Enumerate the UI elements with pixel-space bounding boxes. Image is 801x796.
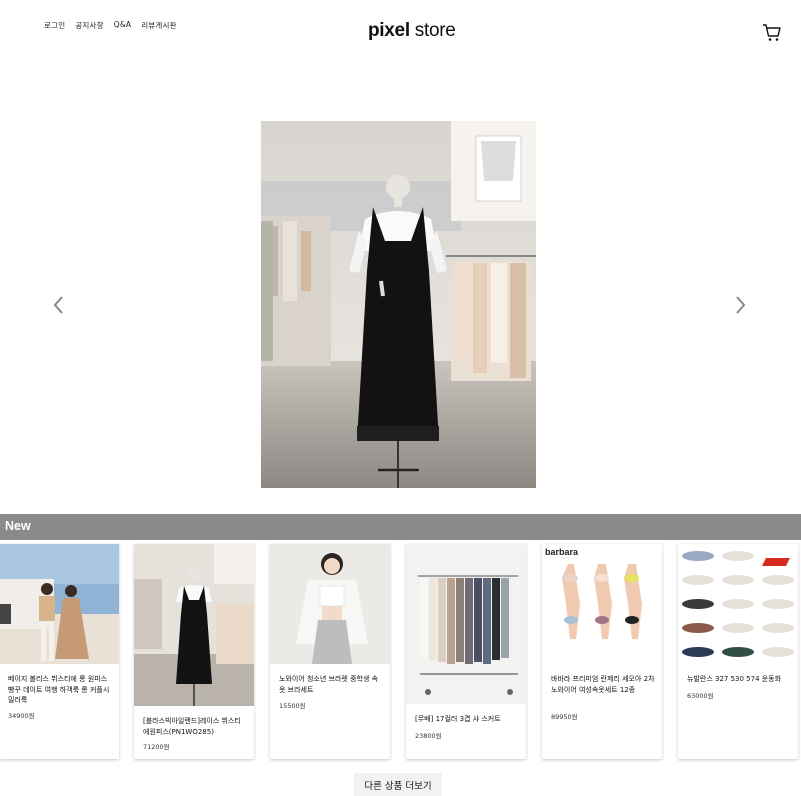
product-name: 노와이어 청소년 브라렛 중학생 속옷 브라세트 — [279, 675, 379, 694]
product-image — [134, 544, 254, 706]
chevron-left-icon[interactable] — [51, 295, 67, 315]
product-price: 34900원 — [8, 712, 35, 720]
product-card[interactable]: 뉴발란스 327 530 574 운동화 63000원 — [678, 544, 798, 759]
product-name: [무배] 17컬러 3겹 샤 스커트 — [415, 715, 501, 723]
product-price: 71200원 — [143, 743, 170, 751]
nav-notice[interactable]: 공지사항 — [75, 20, 103, 31]
new-section-header: New — [0, 514, 801, 540]
brand-logo-text: barbara — [545, 547, 579, 557]
product-image — [406, 544, 526, 704]
product-name: [블라스빅아일랜드]레이스 뷔스티에원피스(PN1WO285) — [143, 717, 241, 736]
product-card[interactable]: [블라스빅아일랜드]레이스 뷔스티에원피스(PN1WO285) 71200원 — [134, 544, 254, 759]
load-more-button[interactable]: 다른 상품 더보기 — [354, 773, 442, 796]
product-image: barbara — [542, 544, 662, 664]
product-price: 23800원 — [415, 732, 442, 740]
product-card[interactable]: barbara 바바라 프리미엄 란제리 세오아 2차 노와이어 여성속옷세트 … — [542, 544, 662, 759]
nav-qna[interactable]: Q&A — [114, 20, 131, 31]
site-logo[interactable]: pixel store — [368, 20, 456, 42]
section-title: New — [5, 519, 31, 533]
product-image — [0, 544, 119, 664]
product-price: 15500원 — [279, 702, 306, 710]
product-image — [678, 544, 798, 664]
product-name: 베이지 볼리스 뷔스티에 롱 원피스 빵꾸 데이트 여행 하객룩 롱 커플시밀러… — [8, 675, 110, 704]
hero-image — [261, 121, 536, 488]
product-name: 바바라 프리미엄 란제리 세오아 2차 노와이어 여성속옷세트 12종 — [551, 675, 655, 694]
logo-bold-text: pixel — [368, 20, 410, 41]
nav-review-board[interactable]: 리뷰게시판 — [141, 20, 177, 31]
product-card[interactable]: [무배] 17컬러 3겹 샤 스커트 23800원 — [406, 544, 526, 759]
product-card[interactable]: 노와이어 청소년 브라렛 중학생 속옷 브라세트 15500원 — [270, 544, 390, 759]
product-price: 89950원 — [551, 713, 578, 721]
chevron-right-icon[interactable] — [732, 295, 748, 315]
product-price: 63000원 — [687, 692, 714, 700]
top-nav: 로그인 공지사항 Q&A 리뷰게시판 — [44, 20, 177, 31]
nav-login[interactable]: 로그인 — [44, 20, 65, 31]
cart-icon[interactable] — [762, 23, 782, 43]
product-name: 뉴발란스 327 530 574 운동화 — [687, 675, 782, 683]
carousel-indicator[interactable] — [378, 469, 419, 471]
logo-regular-text: store — [409, 20, 456, 41]
product-image — [270, 544, 390, 664]
product-card[interactable]: 베이지 볼리스 뷔스티에 롱 원피스 빵꾸 데이트 여행 하객룩 롱 커플시밀러… — [0, 544, 119, 759]
